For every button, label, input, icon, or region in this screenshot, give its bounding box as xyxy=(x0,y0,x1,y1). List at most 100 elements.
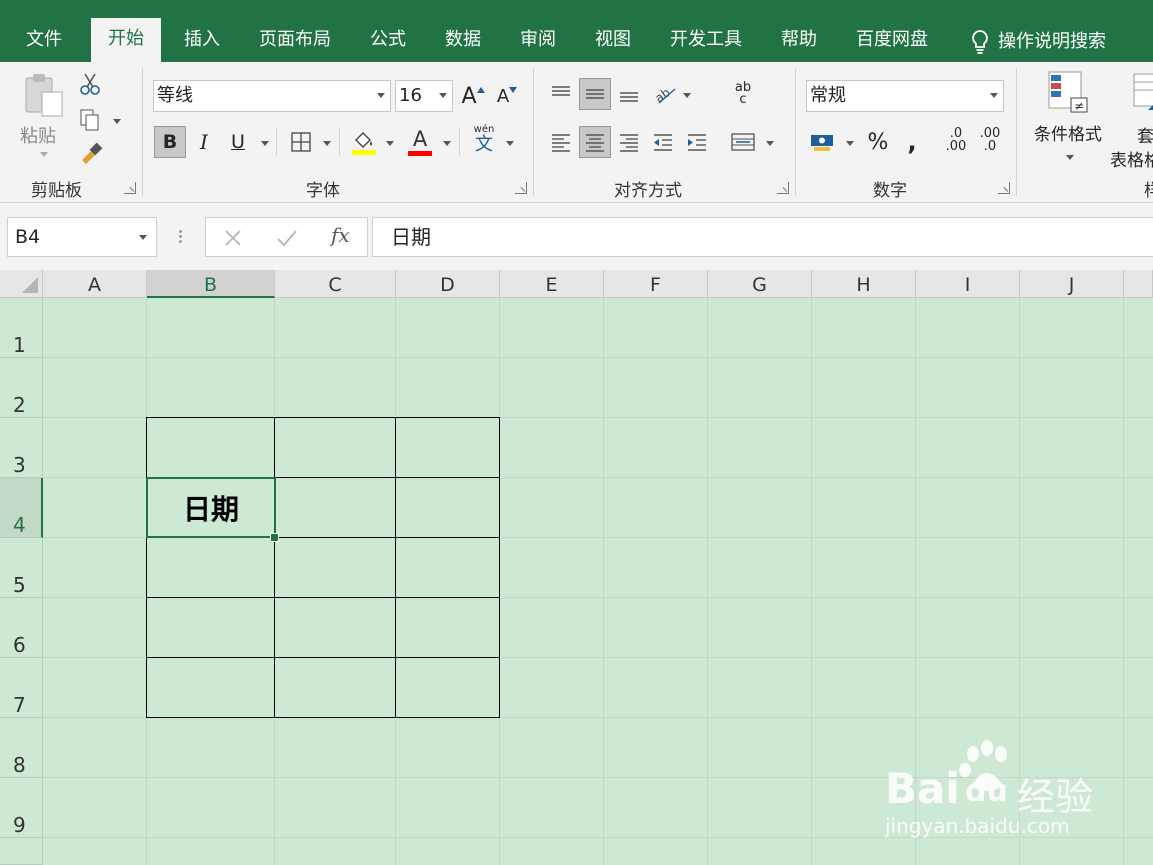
column-header-h[interactable]: H xyxy=(812,270,916,298)
tab-data[interactable]: 数据 xyxy=(445,22,481,62)
clipboard-launcher-icon[interactable] xyxy=(124,182,136,194)
formula-input[interactable]: 日期 xyxy=(372,217,1153,257)
italic-button[interactable]: I xyxy=(188,126,220,158)
underline-button[interactable]: U xyxy=(222,126,254,158)
alignment-launcher-icon[interactable] xyxy=(777,182,789,194)
percent-style-button[interactable]: % xyxy=(862,126,894,158)
cell-d4[interactable] xyxy=(395,477,500,538)
column-header-j[interactable]: J xyxy=(1020,270,1124,298)
row-header-3[interactable]: 3 xyxy=(0,418,43,478)
decrease-indent-button[interactable] xyxy=(647,126,679,158)
increase-decimal-button[interactable]: .0.00 xyxy=(940,124,972,156)
active-cell-b4[interactable]: 日期 xyxy=(146,477,276,538)
tell-me-search[interactable]: 操作说明搜索 xyxy=(970,22,1106,62)
tab-view[interactable]: 视图 xyxy=(595,22,631,62)
tab-home[interactable]: 开始 xyxy=(91,18,161,62)
number-launcher-icon[interactable] xyxy=(998,182,1010,194)
cell-b7[interactable] xyxy=(146,657,275,718)
cut-button[interactable] xyxy=(74,68,106,100)
enter-check-icon[interactable] xyxy=(276,228,298,248)
tab-formulas[interactable]: 公式 xyxy=(370,22,406,62)
accounting-format-button[interactable] xyxy=(806,126,838,158)
cancel-icon[interactable] xyxy=(223,228,243,248)
borders-dropdown-icon[interactable] xyxy=(323,141,331,146)
cell-c4[interactable] xyxy=(274,477,396,538)
row-header-10[interactable] xyxy=(0,838,43,865)
column-header-d[interactable]: D xyxy=(396,270,500,298)
paste-button[interactable]: 粘贴 xyxy=(20,70,68,165)
cell-c7[interactable] xyxy=(274,657,396,718)
column-header-e[interactable]: E xyxy=(500,270,604,298)
cell-d5[interactable] xyxy=(395,537,500,598)
tab-file[interactable]: 文件 xyxy=(26,22,62,62)
font-color-button[interactable]: A xyxy=(404,126,436,158)
comma-style-button[interactable]: , xyxy=(896,126,928,158)
increase-indent-button[interactable] xyxy=(681,126,713,158)
row-header-6[interactable]: 6 xyxy=(0,598,43,658)
tab-help[interactable]: 帮助 xyxy=(781,22,817,62)
borders-button[interactable] xyxy=(285,126,317,158)
paste-dropdown-icon[interactable] xyxy=(40,152,48,157)
fill-color-button[interactable] xyxy=(348,126,380,158)
merge-center-button[interactable] xyxy=(727,126,759,158)
name-box[interactable]: B4 xyxy=(7,217,157,257)
column-header-k[interactable] xyxy=(1124,270,1153,298)
column-header-f[interactable]: F xyxy=(604,270,708,298)
font-name-combo[interactable]: 等线 xyxy=(153,80,391,112)
font-size-combo[interactable]: 16 xyxy=(395,80,453,112)
orientation-button[interactable]: ab xyxy=(649,78,681,110)
decrease-decimal-button[interactable]: .00.0 xyxy=(974,124,1006,156)
align-right-button[interactable] xyxy=(613,126,645,158)
cell-b6[interactable] xyxy=(146,597,275,658)
cell-b5[interactable] xyxy=(146,537,275,598)
tab-developer[interactable]: 开发工具 xyxy=(670,22,742,62)
cell-d6[interactable] xyxy=(395,597,500,658)
tab-insert[interactable]: 插入 xyxy=(184,22,220,62)
column-header-b[interactable]: B xyxy=(147,270,275,298)
tab-page-layout[interactable]: 页面布局 xyxy=(259,22,331,62)
row-header-7[interactable]: 7 xyxy=(0,658,43,718)
grow-font-button[interactable]: A xyxy=(457,80,489,112)
row-header-5[interactable]: 5 xyxy=(0,538,43,598)
number-format-combo[interactable]: 常规 xyxy=(806,80,1004,112)
insert-function-icon[interactable]: fx xyxy=(331,223,350,247)
align-center-button[interactable] xyxy=(579,126,611,158)
cell-d3[interactable] xyxy=(395,417,500,478)
cell-c3[interactable] xyxy=(274,417,396,478)
phonetic-guide-button[interactable]: wén 文 xyxy=(468,124,500,156)
font-launcher-icon[interactable] xyxy=(515,182,527,194)
row-header-1[interactable]: 1 xyxy=(0,298,43,358)
format-painter-button[interactable] xyxy=(74,138,106,170)
phonetic-dropdown-icon[interactable] xyxy=(506,141,514,146)
cell-d7[interactable] xyxy=(395,657,500,718)
tab-review[interactable]: 审阅 xyxy=(520,22,556,62)
accounting-dropdown-icon[interactable] xyxy=(846,141,854,146)
fill-color-dropdown-icon[interactable] xyxy=(386,141,394,146)
column-header-g[interactable]: G xyxy=(708,270,812,298)
column-header-c[interactable]: C xyxy=(275,270,396,298)
conditional-formatting-button[interactable]: ≠ 条件格式 xyxy=(1028,70,1108,170)
underline-dropdown-icon[interactable] xyxy=(261,141,269,146)
align-left-button[interactable] xyxy=(545,126,577,158)
select-all-button[interactable] xyxy=(0,270,43,298)
column-header-i[interactable]: I xyxy=(916,270,1020,298)
orientation-dropdown-icon[interactable] xyxy=(683,93,691,98)
middle-align-button[interactable] xyxy=(579,78,611,110)
shrink-font-button[interactable]: A xyxy=(491,80,523,112)
row-header-2[interactable]: 2 xyxy=(0,358,43,418)
copy-dropdown-icon[interactable] xyxy=(113,119,121,124)
format-as-table-button[interactable]: 套 表格格 xyxy=(1110,70,1153,171)
cell-c5[interactable] xyxy=(274,537,396,598)
top-align-button[interactable] xyxy=(545,78,577,110)
fill-handle[interactable] xyxy=(270,533,279,542)
font-color-dropdown-icon[interactable] xyxy=(443,141,451,146)
row-header-9[interactable]: 9 xyxy=(0,778,43,838)
tab-baidu-netdisk[interactable]: 百度网盘 xyxy=(856,22,928,62)
bold-button[interactable]: B xyxy=(154,126,186,158)
merge-dropdown-icon[interactable] xyxy=(766,141,774,146)
copy-button[interactable] xyxy=(74,104,106,136)
row-header-8[interactable]: 8 xyxy=(0,718,43,778)
column-header-a[interactable]: A xyxy=(43,270,147,298)
bottom-align-button[interactable] xyxy=(613,78,645,110)
row-header-4[interactable]: 4 xyxy=(0,478,43,538)
